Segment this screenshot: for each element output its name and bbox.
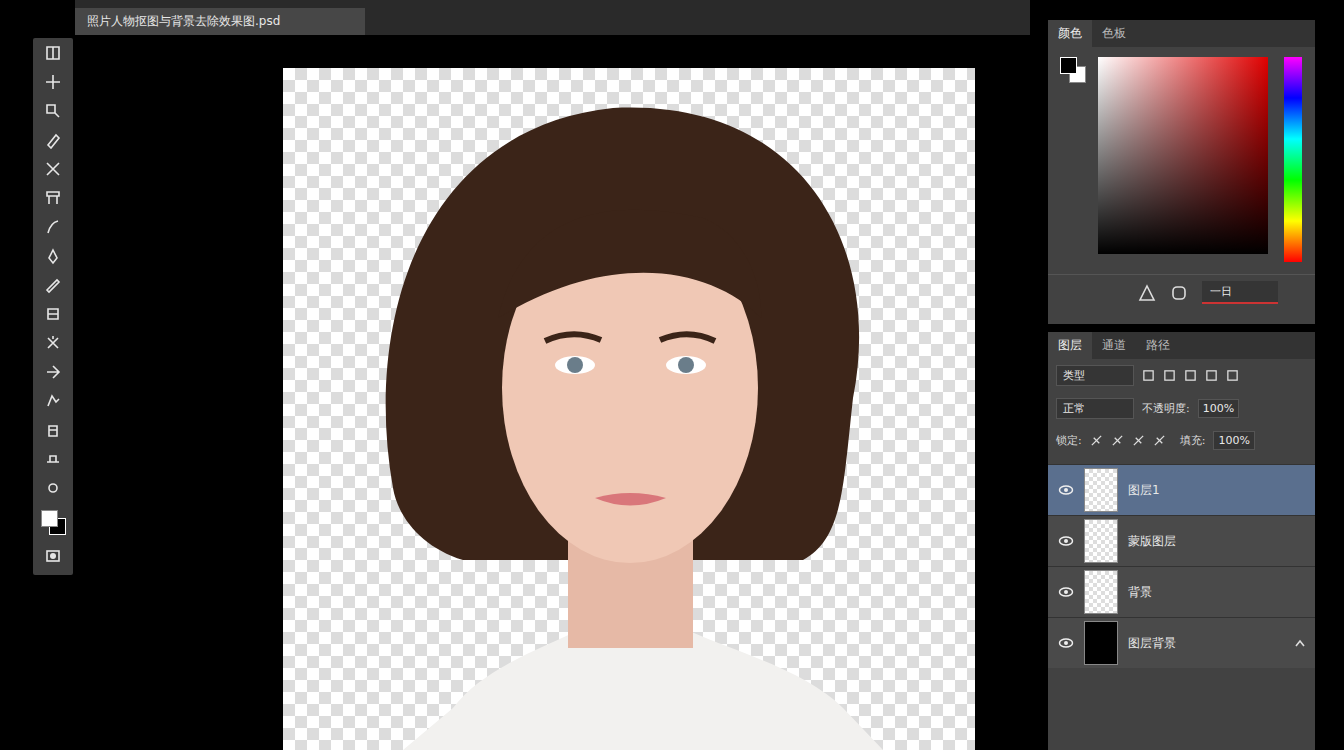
eye-icon[interactable]: [1058, 586, 1074, 598]
tool-icon[interactable]: [44, 450, 62, 468]
foreground-color-swatch[interactable]: [41, 510, 58, 527]
tool-icon[interactable]: [44, 363, 62, 381]
lock-option-icon[interactable]: [1111, 434, 1124, 447]
tool-icon[interactable]: [44, 334, 62, 352]
filter-icon[interactable]: [1226, 369, 1239, 382]
layer-thumbnail: [1084, 519, 1118, 563]
eye-icon[interactable]: [1058, 535, 1074, 547]
tool-column: [0, 0, 75, 750]
filter-icon[interactable]: [1163, 369, 1176, 382]
fill-label: 填充:: [1180, 433, 1206, 448]
blend-mode-dropdown[interactable]: 正常: [1056, 398, 1134, 419]
panel-tab[interactable]: 色板: [1092, 20, 1136, 47]
tool-icon[interactable]: [44, 73, 62, 91]
document-tab-bar: 照片人物抠图与背景去除效果图.psd: [75, 0, 1030, 35]
canvas-area: [75, 35, 1030, 750]
lock-option-icon[interactable]: [1090, 434, 1103, 447]
cube-icon[interactable]: [1170, 284, 1188, 302]
lock-label: 锁定:: [1056, 433, 1082, 448]
filter-icon[interactable]: [1142, 369, 1155, 382]
tool-icon[interactable]: [44, 392, 62, 410]
layer-name[interactable]: 蒙版图层: [1128, 533, 1307, 550]
foreground-swatch[interactable]: [1060, 57, 1077, 74]
color-swatch-pair[interactable]: [1060, 57, 1086, 83]
tool-icon[interactable]: [44, 102, 62, 120]
layers-panel: 图层通道路径 类型 正常 不透明度: 100% 锁定: 填充: 100% 图层1…: [1048, 332, 1315, 750]
layer-row[interactable]: 蒙版图层: [1048, 515, 1315, 566]
layer-row[interactable]: 图层1: [1048, 464, 1315, 515]
panel-tab[interactable]: 颜色: [1048, 20, 1092, 47]
opacity-label: 不透明度:: [1142, 401, 1190, 416]
color-value-field[interactable]: 一日: [1202, 281, 1278, 304]
tool-icon[interactable]: [44, 276, 62, 294]
tool-icon[interactable]: [44, 131, 62, 149]
hue-slider[interactable]: [1284, 57, 1302, 262]
tool-icon[interactable]: [44, 160, 62, 178]
eye-icon[interactable]: [1058, 637, 1074, 649]
eye-icon[interactable]: [1058, 484, 1074, 496]
layer-thumbnail: [1084, 468, 1118, 512]
saturation-field[interactable]: [1098, 57, 1268, 254]
filter-dropdown[interactable]: 类型: [1056, 365, 1134, 386]
layer-row[interactable]: 图层背景: [1048, 617, 1315, 668]
tool-icon[interactable]: [44, 44, 62, 62]
panel-tab[interactable]: 通道: [1092, 332, 1136, 359]
color-panel: 颜色色板 一日: [1048, 20, 1315, 324]
layer-row[interactable]: 背景: [1048, 566, 1315, 617]
quick-mask-icon[interactable]: [44, 547, 62, 565]
tool-icon[interactable]: [44, 189, 62, 207]
lock-option-icon[interactable]: [1132, 434, 1145, 447]
fill-field[interactable]: 100%: [1213, 431, 1254, 450]
layer-name[interactable]: 背景: [1128, 584, 1307, 601]
tool-icon[interactable]: [44, 218, 62, 236]
document-tab[interactable]: 照片人物抠图与背景去除效果图.psd: [75, 8, 365, 35]
panel-tab[interactable]: 路径: [1136, 332, 1180, 359]
tool-icon[interactable]: [44, 479, 62, 497]
tool-icon[interactable]: [44, 305, 62, 323]
layer-name[interactable]: 图层1: [1128, 482, 1307, 499]
lock-option-icon[interactable]: [1153, 434, 1166, 447]
toolbar: [33, 38, 73, 575]
canvas[interactable]: [283, 68, 975, 750]
panel-tab[interactable]: 图层: [1048, 332, 1092, 359]
tool-icon[interactable]: [44, 421, 62, 439]
color-options-row: 一日: [1048, 274, 1315, 324]
tool-icon[interactable]: [44, 247, 62, 265]
portrait-photo: [283, 68, 975, 750]
color-panel-tabs: 颜色色板: [1048, 20, 1315, 47]
filter-icon[interactable]: [1205, 369, 1218, 382]
layer-thumbnail: [1084, 621, 1118, 665]
blend-row: 正常 不透明度: 100%: [1048, 392, 1315, 425]
warning-icon[interactable]: [1138, 284, 1156, 302]
color-swatches[interactable]: [39, 508, 67, 536]
layer-name[interactable]: 图层背景: [1128, 635, 1283, 652]
layer-thumbnail: [1084, 570, 1118, 614]
layer-list: 图层1 蒙版图层 背景 图层背景: [1048, 464, 1315, 668]
lock-icon[interactable]: [1293, 636, 1307, 650]
layers-panel-tabs: 图层通道路径: [1048, 332, 1315, 359]
lock-row: 锁定: 填充: 100%: [1048, 425, 1315, 456]
color-picker: [1048, 47, 1315, 274]
filter-row: 类型: [1048, 359, 1315, 392]
document-area: 照片人物抠图与背景去除效果图.psd: [75, 0, 1030, 750]
filter-icon[interactable]: [1184, 369, 1197, 382]
photo-editor-window: 照片人物抠图与背景去除效果图.psd 颜色色板 一日 图层通道路径 类型 正常 …: [0, 0, 1344, 750]
opacity-field[interactable]: 100%: [1198, 399, 1239, 418]
panel-column: 颜色色板 一日 图层通道路径 类型 正常 不透明度: 100% 锁定: 填充: …: [1048, 0, 1315, 750]
